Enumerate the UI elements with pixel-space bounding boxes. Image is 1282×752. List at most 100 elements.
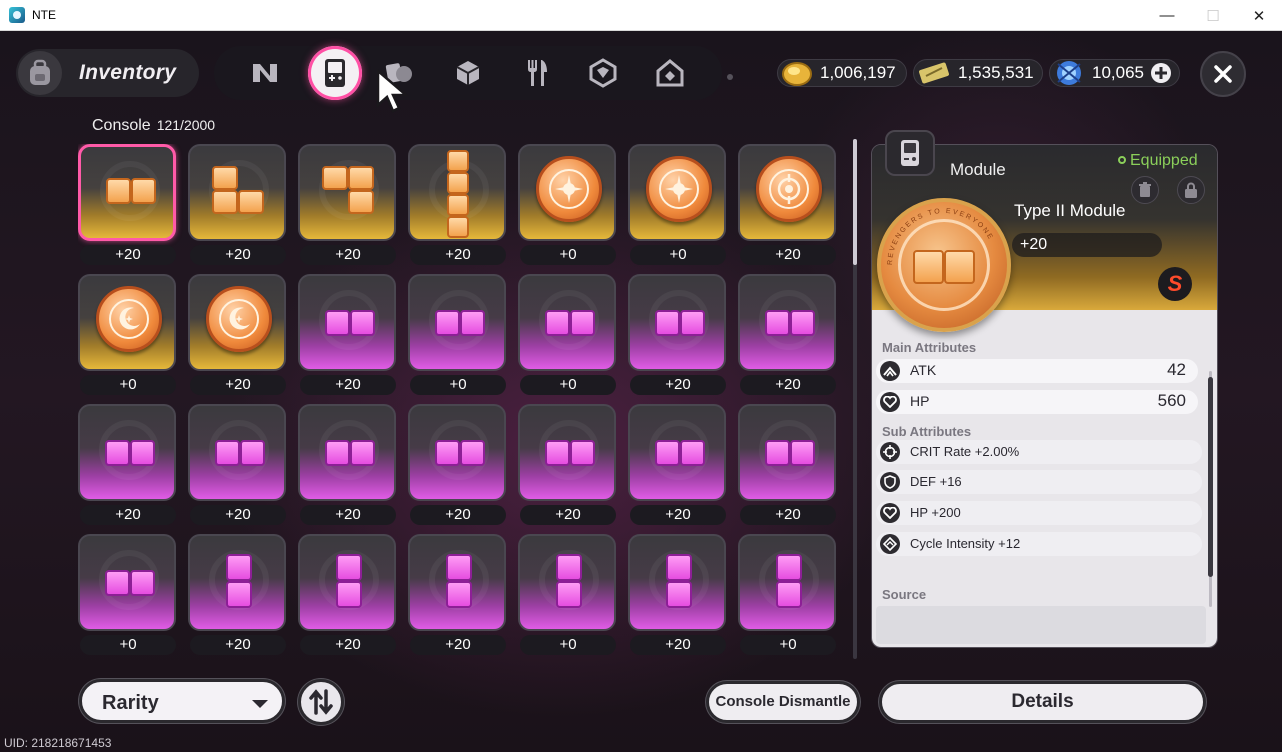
module-tile[interactable] [298, 534, 396, 631]
rank-s-badge: S [1158, 267, 1192, 301]
module-slot[interactable]: +20 [298, 404, 396, 526]
minimize-button[interactable]: — [1144, 0, 1190, 31]
module-slot[interactable]: +20 [188, 274, 286, 396]
module-level-label: +20 [80, 505, 176, 525]
module-slot[interactable]: +20 [738, 274, 836, 396]
sub-attr-row: Cycle Intensity +12 [876, 532, 1202, 556]
module-slot[interactable]: +20 [628, 404, 726, 526]
module-slot[interactable]: +20 [738, 404, 836, 526]
module-tile[interactable] [188, 274, 286, 371]
module-tile[interactable] [298, 404, 396, 501]
lock-button[interactable] [1177, 176, 1205, 204]
atk-icon [880, 361, 900, 381]
module-tile[interactable] [298, 274, 396, 371]
module-level-label: +20 [300, 245, 396, 265]
module-tile[interactable] [518, 404, 616, 501]
currency-ticket[interactable]: 1,535,531 [913, 59, 1043, 87]
module-slot[interactable]: +20 [738, 144, 836, 266]
rarity-dropdown[interactable]: Rarity [79, 679, 285, 723]
module-slot[interactable]: +20 [78, 404, 176, 526]
module-slot[interactable]: +0 [78, 534, 176, 656]
module-slot[interactable]: +0 [518, 534, 616, 656]
hp-icon [880, 503, 900, 523]
module-slot[interactable]: +20 [628, 274, 726, 396]
module-tile-selected[interactable] [78, 144, 176, 241]
add-currency-icon[interactable] [1150, 62, 1172, 84]
module-level-label: +20 [190, 375, 286, 395]
module-tile[interactable] [408, 404, 506, 501]
module-level-label: +20 [300, 635, 396, 655]
console-dismantle-button[interactable]: Console Dismantle [706, 681, 860, 723]
tab-console-icon[interactable] [308, 46, 362, 100]
backpack-icon [18, 51, 62, 95]
module-tile[interactable] [188, 404, 286, 501]
module-slot[interactable]: +20 [298, 274, 396, 396]
module-tile[interactable] [628, 144, 726, 241]
module-tile[interactable] [78, 274, 176, 371]
module-tile[interactable] [408, 534, 506, 631]
module-tile[interactable] [408, 144, 506, 241]
module-level-label: +0 [520, 245, 616, 265]
module-slot[interactable]: +20 [628, 534, 726, 656]
module-tile[interactable] [738, 404, 836, 501]
coin-target-module-icon [756, 156, 822, 222]
module-level-label: +20 [300, 375, 396, 395]
module-slot[interactable]: +20 [298, 534, 396, 656]
module-tile[interactable] [298, 144, 396, 241]
module-tile[interactable] [628, 404, 726, 501]
module-tile[interactable] [408, 274, 506, 371]
module-tile[interactable] [518, 534, 616, 631]
module-slot[interactable]: +20 [408, 534, 506, 656]
module-slot[interactable]: +20 [408, 144, 506, 266]
module-tile[interactable] [78, 534, 176, 631]
module-level-label: +20 [300, 505, 396, 525]
module-tile[interactable] [188, 534, 286, 631]
module-tile[interactable] [738, 274, 836, 371]
cycle-icon [880, 534, 900, 554]
module-tile[interactable] [78, 404, 176, 501]
module-category-label: Module [950, 160, 1006, 179]
module-tile[interactable] [628, 274, 726, 371]
module-tile[interactable] [518, 144, 616, 241]
inventory-title: Inventory [79, 61, 177, 84]
module-slot[interactable]: +0 [518, 144, 616, 266]
module-tile[interactable] [518, 274, 616, 371]
module-slot[interactable]: +0 [518, 274, 616, 396]
module-slot[interactable]: +0 [408, 274, 506, 396]
module-tile[interactable] [738, 144, 836, 241]
module-level-label: +20 [80, 245, 176, 265]
module-slot[interactable]: +20 [188, 144, 286, 266]
window-title: NTE [32, 8, 56, 22]
panel-scrollbar-thumb[interactable] [1208, 377, 1213, 577]
tab-n-logo-icon[interactable] [245, 53, 285, 93]
currency-crystal[interactable]: 10,065 [1049, 59, 1180, 87]
module-slot[interactable]: +20 [298, 144, 396, 266]
window-titlebar: NTE — ☐ ✕ [0, 0, 1282, 31]
close-inventory-button[interactable] [1200, 51, 1246, 97]
maximize-button[interactable]: ☐ [1190, 0, 1236, 31]
module-tile[interactable] [188, 144, 286, 241]
module-slot[interactable]: +0 [628, 144, 726, 266]
close-window-button[interactable]: ✕ [1236, 0, 1282, 31]
module-level-label: +20 [740, 505, 836, 525]
tab-fork-knife-icon[interactable] [516, 53, 556, 93]
tab-home-icon[interactable] [650, 53, 690, 93]
ticket-icon [919, 62, 949, 84]
currency-gold[interactable]: 1,006,197 [777, 59, 907, 87]
grid-scrollbar-thumb[interactable] [853, 139, 857, 265]
tab-diamond-box-icon[interactable] [583, 53, 623, 93]
module-slot[interactable]: +0 [78, 274, 176, 396]
module-tile[interactable] [628, 534, 726, 631]
module-slot[interactable]: +20 [188, 404, 286, 526]
trash-icon [1139, 182, 1151, 197]
module-slot[interactable]: +20 [78, 144, 176, 266]
module-slot[interactable]: +20 [408, 404, 506, 526]
tab-cube-icon[interactable] [448, 53, 488, 93]
module-slot[interactable]: +0 [738, 534, 836, 656]
module-slot[interactable]: +20 [518, 404, 616, 526]
details-button[interactable]: Details [879, 681, 1206, 723]
module-slot[interactable]: +20 [188, 534, 286, 656]
trash-button[interactable] [1131, 176, 1159, 204]
sort-order-button[interactable] [298, 679, 344, 725]
module-tile[interactable] [738, 534, 836, 631]
